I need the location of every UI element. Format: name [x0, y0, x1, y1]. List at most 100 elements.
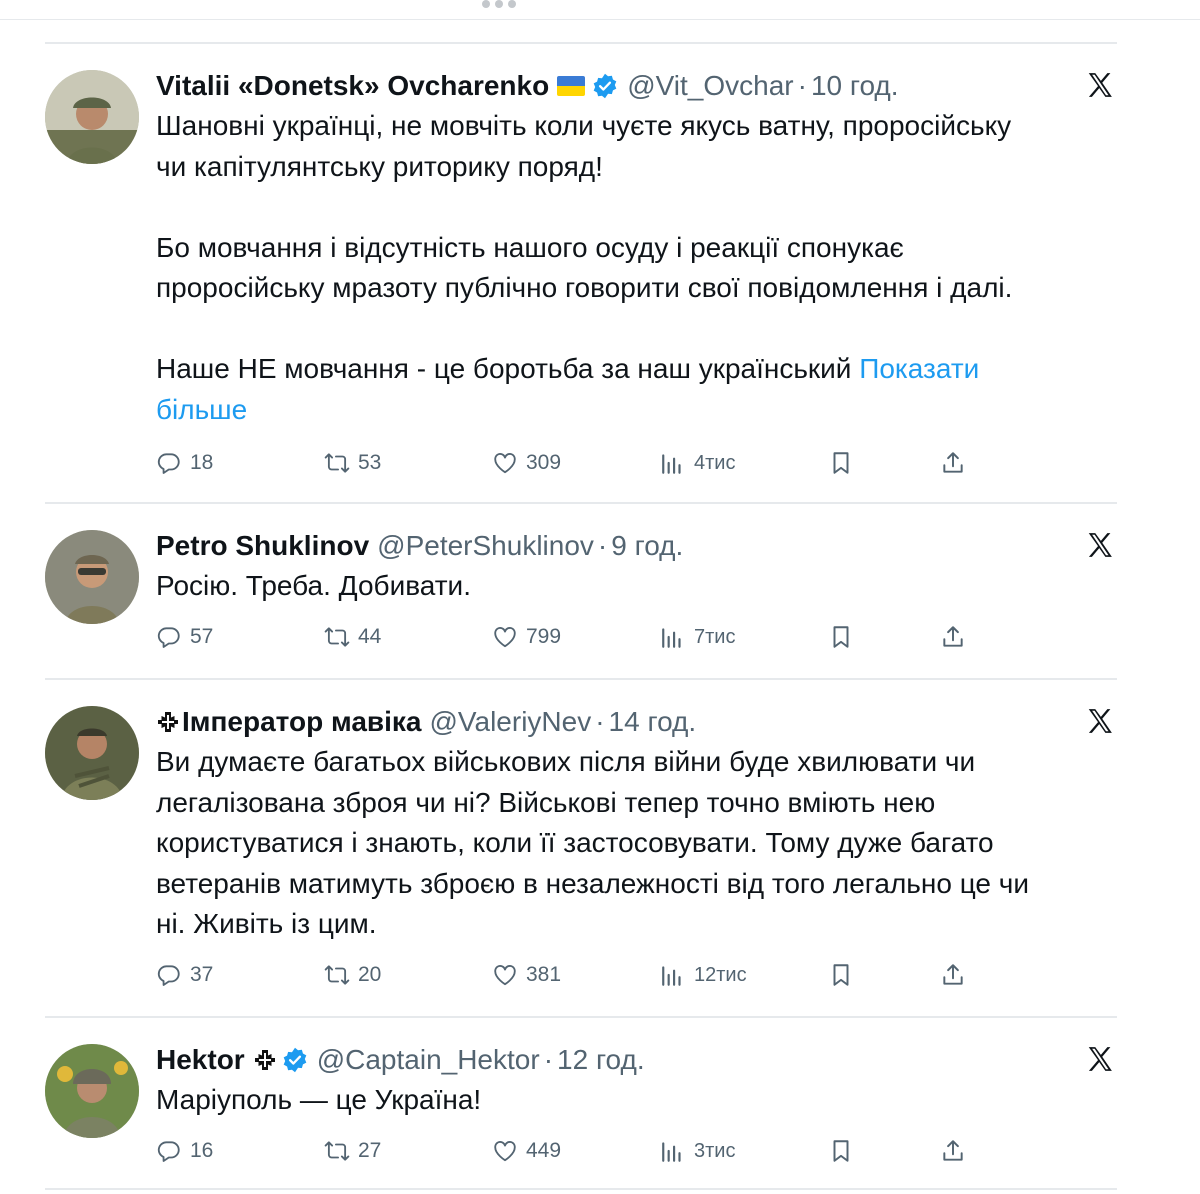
repost-button[interactable]: 44	[324, 624, 381, 650]
show-more-link[interactable]: більше	[156, 394, 247, 425]
text-line: Бо мовчання і відсутність нашого осуду і…	[156, 231, 904, 263]
reply-button[interactable]: 18	[156, 450, 213, 476]
reply-icon	[156, 450, 182, 476]
avatar[interactable]	[45, 706, 139, 800]
repost-count: 27	[358, 1139, 382, 1162]
views-count: 12тис	[694, 963, 747, 986]
like-count: 381	[526, 963, 562, 986]
text-line: легалізована зброя чи ні? Військові тепе…	[156, 786, 936, 818]
share-button[interactable]	[940, 624, 966, 650]
share-icon	[940, 962, 966, 988]
bookmark-button[interactable]	[828, 962, 854, 988]
views-count: 4тис	[694, 451, 736, 474]
separator-dot: ·	[597, 530, 608, 561]
cross-icon	[253, 1048, 277, 1072]
bookmark-icon	[828, 624, 854, 650]
share-icon	[940, 450, 966, 476]
tweet-header: Vitalii «Donetsk» Ovcharenko @Vit_Ovchar…	[156, 66, 1057, 106]
like-button[interactable]: 449	[492, 1138, 561, 1164]
tweet[interactable]: Імператор мавіка @ValeriyNev · 14 год. В…	[45, 678, 1117, 1016]
user-handle[interactable]: @PeterShuklinov	[377, 526, 594, 566]
timestamp[interactable]: 9 год.	[611, 526, 683, 566]
repost-icon	[324, 962, 350, 988]
x-logo-icon[interactable]	[1085, 530, 1115, 560]
tweet-text: Росію. Треба. Добивати.	[156, 566, 1103, 607]
share-icon	[940, 1138, 966, 1164]
tweet-header: Petro Shuklinov @PeterShuklinov · 9 год.	[156, 526, 1057, 566]
verified-badge-icon	[591, 72, 619, 100]
avatar[interactable]	[45, 530, 139, 624]
display-name[interactable]: Імператор мавіка	[182, 702, 421, 742]
share-button[interactable]	[940, 962, 966, 988]
x-logo-icon[interactable]	[1085, 70, 1115, 100]
bookmark-icon	[828, 962, 854, 988]
text-line: Ви думаєте багатьох військових після вій…	[156, 746, 976, 777]
tweet[interactable]: Petro Shuklinov @PeterShuklinov · 9 год.…	[45, 502, 1117, 678]
views-button[interactable]: 4тис	[660, 450, 735, 476]
avatar[interactable]	[45, 70, 139, 164]
views-icon	[660, 962, 686, 988]
tweet[interactable]: Vitalii «Donetsk» Ovcharenko @Vit_Ovchar…	[45, 42, 1117, 502]
display-name[interactable]: Hektor	[156, 1040, 245, 1080]
display-name[interactable]: Vitalii «Donetsk» Ovcharenko	[156, 66, 549, 106]
bookmark-button[interactable]	[828, 624, 854, 650]
repost-button[interactable]: 20	[324, 962, 381, 988]
tweet-text: Шановні українці, не мовчіть коли чуєте …	[156, 106, 1103, 430]
reply-count: 57	[190, 625, 214, 648]
text-line: ветеранів матимуть зброєю в незалежності…	[156, 867, 1030, 899]
share-button[interactable]	[940, 1138, 966, 1164]
separator-dot: ·	[797, 70, 807, 101]
x-logo-icon[interactable]	[1085, 706, 1115, 736]
repost-icon	[324, 450, 350, 476]
top-divider	[0, 19, 1200, 20]
timestamp[interactable]: 10 год.	[811, 66, 899, 106]
reply-count: 16	[190, 1139, 214, 1162]
avatar[interactable]	[45, 1044, 139, 1138]
x-logo-icon[interactable]	[1085, 1044, 1115, 1074]
reply-icon	[156, 624, 182, 650]
share-icon	[940, 624, 966, 650]
more-dots-icon[interactable]	[482, 0, 516, 8]
views-button[interactable]: 7тис	[660, 624, 735, 650]
reply-button[interactable]: 16	[156, 1138, 213, 1164]
tweet-header: Імператор мавіка @ValeriyNev · 14 год.	[156, 702, 1057, 742]
display-name[interactable]: Petro Shuklinov	[156, 526, 369, 566]
user-handle[interactable]: @Captain_Hektor	[317, 1040, 540, 1080]
views-button[interactable]: 12тис	[660, 962, 747, 988]
text-line: Шановні українці, не мовчіть коли чуєте …	[156, 110, 1012, 141]
like-count: 799	[526, 625, 562, 648]
timestamp[interactable]: 14 год.	[609, 702, 697, 742]
views-icon	[660, 450, 686, 476]
like-button[interactable]: 381	[492, 962, 561, 988]
tweet-header: Hektor @Captain_Hektor · 12 год.	[156, 1040, 1057, 1080]
text-line: Маріуполь — це Україна!	[156, 1084, 482, 1115]
show-more-link[interactable]: Показати	[859, 353, 979, 384]
reply-button[interactable]: 37	[156, 962, 213, 988]
tweet-text: Ви думаєте багатьох військових після вій…	[156, 742, 1103, 945]
bookmark-button[interactable]	[828, 450, 854, 476]
like-icon	[492, 450, 518, 476]
bookmark-button[interactable]	[828, 1138, 854, 1164]
tweet-text: Маріуполь — це Україна!	[156, 1080, 1103, 1121]
views-icon	[660, 624, 686, 650]
reply-icon	[156, 962, 182, 988]
tweet[interactable]: Hektor @Captain_Hektor · 12 год. Маріупо…	[45, 1016, 1117, 1190]
repost-count: 44	[358, 625, 382, 648]
share-button[interactable]	[940, 450, 966, 476]
separator-dot: ·	[543, 1044, 554, 1075]
reply-icon	[156, 1138, 182, 1164]
like-button[interactable]: 799	[492, 624, 561, 650]
views-button[interactable]: 3тис	[660, 1138, 735, 1164]
tweet-list: Vitalii «Donetsk» Ovcharenko @Vit_Ovchar…	[45, 42, 1117, 1190]
user-handle[interactable]: @ValeriyNev	[429, 702, 591, 742]
separator-dot: ·	[595, 706, 605, 737]
repost-button[interactable]: 53	[324, 450, 381, 476]
reply-button[interactable]: 57	[156, 624, 213, 650]
like-count: 449	[526, 1139, 562, 1162]
timestamp[interactable]: 12 год.	[557, 1040, 645, 1080]
bookmark-icon	[828, 1138, 854, 1164]
like-button[interactable]: 309	[492, 450, 561, 476]
user-handle[interactable]: @Vit_Ovchar	[627, 66, 793, 106]
ukraine-flag-icon	[557, 76, 586, 96]
repost-button[interactable]: 27	[324, 1138, 381, 1164]
